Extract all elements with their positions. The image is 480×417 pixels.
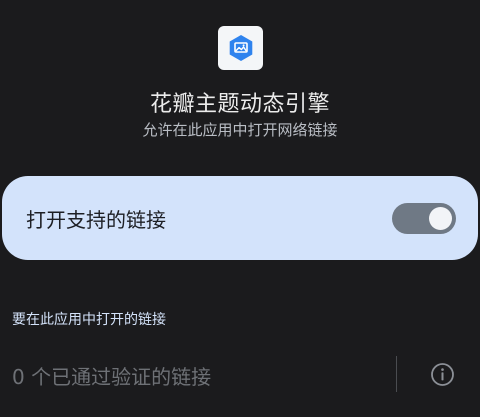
open-supported-links-label: 打开支持的链接: [26, 208, 166, 232]
app-link-settings-page: 花瓣主题动态引擎 允许在此应用中打开网络链接 打开支持的链接 要在此应用中打开的…: [0, 0, 480, 417]
app-name: 花瓣主题动态引擎: [149, 92, 330, 117]
switch-thumb: [429, 207, 452, 230]
verified-links-row[interactable]: 0 个已通过验证的链接: [0, 350, 480, 398]
verified-links-text: 0 个已通过验证的链接: [12, 365, 212, 389]
info-icon[interactable]: [430, 362, 455, 387]
open-supported-links-switch[interactable]: [392, 203, 456, 234]
app-logo-icon: [218, 26, 263, 70]
links-section-heading: 要在此应用中打开的链接: [12, 312, 166, 328]
row-divider: [396, 356, 397, 392]
app-subtitle: 允许在此应用中打开网络链接: [142, 121, 338, 139]
